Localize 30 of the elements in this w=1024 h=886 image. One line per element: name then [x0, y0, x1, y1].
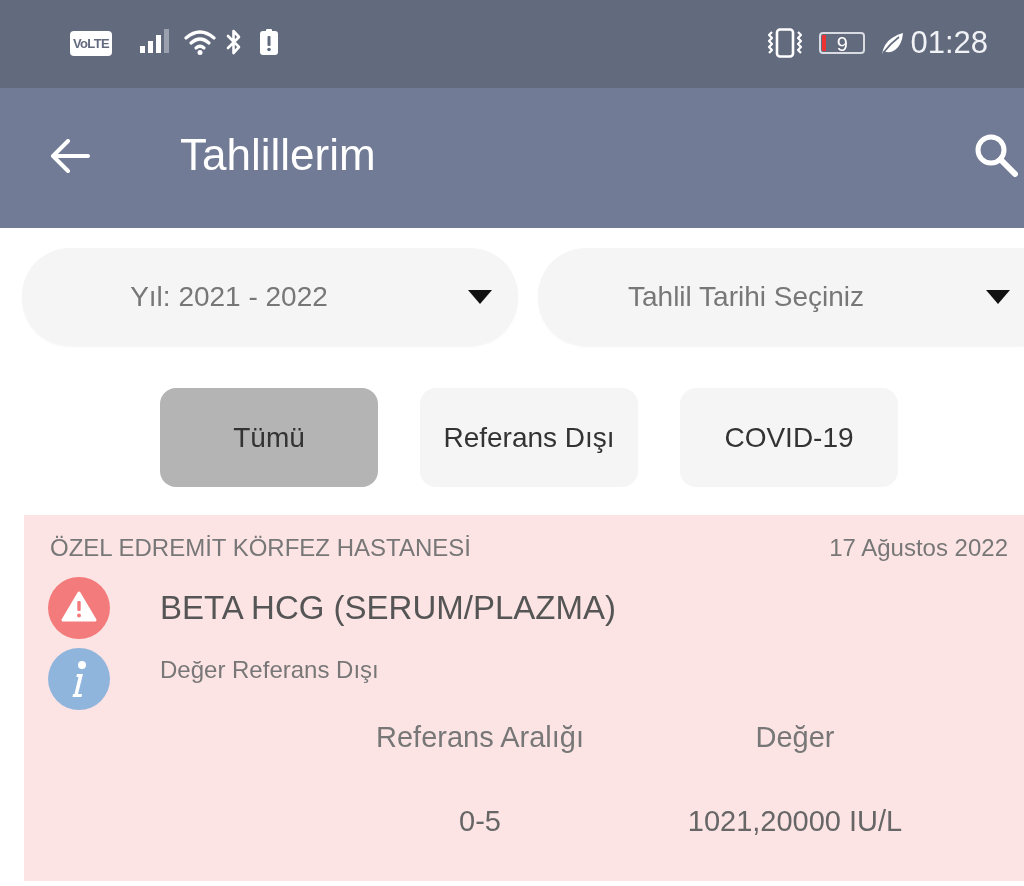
clock-time: 01:28 [910, 25, 988, 61]
dropdown[interactable]: Tahlil Tarihi Seçiniz [538, 248, 1024, 346]
filter-tab[interactable]: COVID-19 [680, 388, 898, 487]
info-icon [48, 648, 110, 710]
hospital-name: ÖZEL EDREMİT KÖRFEZ HASTANESİ [50, 533, 471, 563]
table-cell-text: 0-5 [459, 804, 501, 839]
back-arrow-icon[interactable] [50, 139, 90, 173]
test-name: BETA HCG (SERUM/PLAZMA) [160, 588, 616, 628]
dropdown[interactable]: Yıl: 2021 - 2022 [22, 248, 518, 346]
caret-icon [468, 290, 492, 304]
column-header: Referans Aralığı [376, 720, 584, 755]
battery-alert-icon [260, 29, 278, 55]
wifi-icon [184, 29, 216, 55]
caret-icon [986, 290, 1010, 304]
table-cell-text: 1021,20000 IU/L [687, 804, 903, 839]
filter-tab[interactable]: Referans Dışı [420, 388, 638, 487]
vibrate-icon [766, 28, 805, 58]
bluetooth-icon [226, 29, 242, 55]
result-date: 17 Ağustos 2022 [829, 533, 1008, 563]
filter-tab[interactable]: Tümü [160, 388, 378, 487]
warning-icon [48, 577, 110, 639]
battery-indicator: 9 [819, 32, 866, 54]
signal-icon [140, 29, 172, 53]
status-text: Değer Referans Dışı [160, 655, 379, 685]
result-card[interactable]: ÖZEL EDREMİT KÖRFEZ HASTANESİ 17 Ağustos 2022 BETA HCG (SERUM/PLAZMA) Değer Referans Dışı Referans Aralığı Değer 0-5 1021,20000 IU/L [24, 515, 1024, 881]
column-header: Değer [755, 720, 835, 755]
search-icon[interactable] [974, 133, 1018, 177]
screen-title: Tahlillerim [180, 130, 377, 180]
volte-badge: VoLTE [70, 30, 112, 56]
leaf-icon [880, 31, 905, 55]
